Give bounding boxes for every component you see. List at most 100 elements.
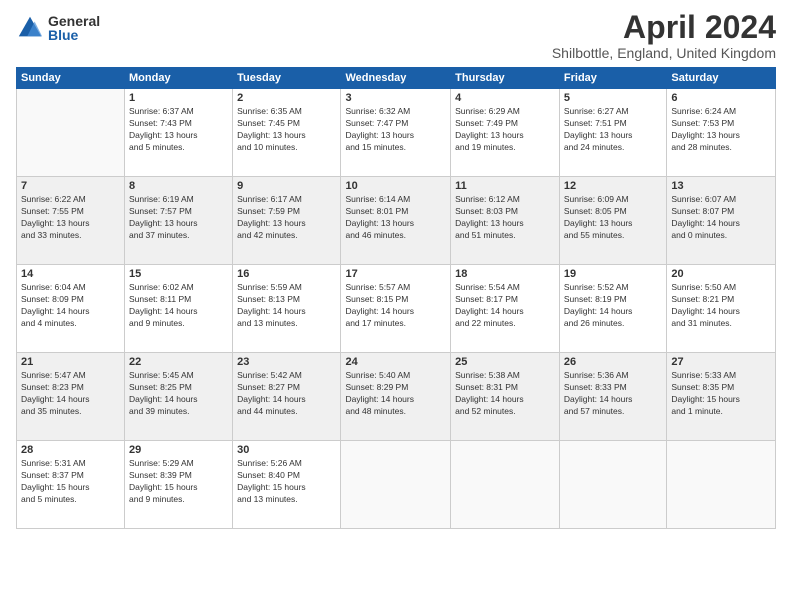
day-info: Sunrise: 5:59 AMSunset: 8:13 PMDaylight:… (237, 282, 336, 330)
calendar-cell: 20 Sunrise: 5:50 AMSunset: 8:21 PMDayligh… (667, 265, 776, 353)
day-info: Sunrise: 5:45 AMSunset: 8:25 PMDaylight:… (129, 370, 228, 418)
calendar-week-row: 14 Sunrise: 6:04 AMSunset: 8:09 PMDayligh… (17, 265, 776, 353)
day-info: Sunrise: 5:29 AMSunset: 8:39 PMDaylight:… (129, 458, 228, 506)
calendar-cell: 17Sunrise: 5:57 AMSunset: 8:15 PMDayligh… (341, 265, 451, 353)
day-number: 22 (129, 356, 228, 368)
day-info: Sunrise: 6:12 AMSunset: 8:03 PMDaylight:… (455, 194, 555, 242)
calendar-table: Sunday Monday Tuesday Wednesday Thursday… (16, 67, 776, 529)
day-number: 8 (129, 180, 228, 192)
day-info: Sunrise: 6:09 AMSunset: 8:05 PMDaylight:… (564, 194, 662, 242)
day-info: Sunrise: 5:26 AMSunset: 8:40 PMDaylight:… (237, 458, 336, 506)
day-info: Sunrise: 5:50 AMSunset: 8:21 PMDaylight:… (671, 282, 771, 330)
calendar-header: Sunday Monday Tuesday Wednesday Thursday… (17, 68, 776, 89)
day-number: 30 (237, 444, 336, 456)
calendar-cell: 27Sunrise: 5:33 AMSunset: 8:35 PMDayligh… (667, 353, 776, 441)
day-number: 23 (237, 356, 336, 368)
calendar-cell: 16 Sunrise: 5:59 AMSunset: 8:13 PMDayligh… (233, 265, 341, 353)
day-info: Sunrise: 6:17 AMSunset: 7:59 PMDaylight:… (237, 194, 336, 242)
day-info: Sunrise: 6:37 AMSunset: 7:43 PMDaylight:… (129, 106, 228, 154)
calendar-cell: 13Sunrise: 6:07 AMSunset: 8:07 PMDayligh… (667, 177, 776, 265)
title-section: April 2024 Shilbottle, England, United K… (552, 10, 776, 61)
day-number: 24 (345, 356, 446, 368)
day-info: Sunrise: 6:29 AMSunset: 7:49 PMDaylight:… (455, 106, 555, 154)
calendar-cell: 5Sunrise: 6:27 AMSunset: 7:51 PMDaylight… (559, 89, 666, 177)
calendar-cell: 1 Sunrise: 6:37 AMSunset: 7:43 PMDaylight… (125, 89, 233, 177)
calendar-week-row: 7 Sunrise: 6:22 AMSunset: 7:55 PMDaylight… (17, 177, 776, 265)
day-number: 26 (564, 356, 662, 368)
header-saturday: Saturday (667, 68, 776, 89)
subtitle: Shilbottle, England, United Kingdom (552, 45, 776, 61)
calendar-cell (559, 441, 666, 529)
calendar-cell: 29Sunrise: 5:29 AMSunset: 8:39 PMDayligh… (125, 441, 233, 529)
day-info: Sunrise: 6:24 AMSunset: 7:53 PMDaylight:… (671, 106, 771, 154)
calendar-week-row: 1 Sunrise: 6:37 AMSunset: 7:43 PMDaylight… (17, 89, 776, 177)
weekday-header-row: Sunday Monday Tuesday Wednesday Thursday… (17, 68, 776, 89)
calendar-cell: 25 Sunrise: 5:38 AMSunset: 8:31 PMDayligh… (451, 353, 560, 441)
calendar-cell: 22 Sunrise: 5:45 AMSunset: 8:25 PMDayligh… (125, 353, 233, 441)
day-number: 1 (129, 92, 228, 104)
day-number: 9 (237, 180, 336, 192)
logo-general-text: General (48, 14, 100, 28)
day-info: Sunrise: 6:35 AMSunset: 7:45 PMDaylight:… (237, 106, 336, 154)
day-number: 2 (237, 92, 336, 104)
day-info: Sunrise: 6:19 AMSunset: 7:57 PMDaylight:… (129, 194, 228, 242)
day-info: Sunrise: 5:57 AMSunset: 8:15 PMDaylight:… (345, 282, 446, 330)
calendar-cell: 15Sunrise: 6:02 AMSunset: 8:11 PMDayligh… (125, 265, 233, 353)
day-info: Sunrise: 5:36 AMSunset: 8:33 PMDaylight:… (564, 370, 662, 418)
day-number: 7 (21, 180, 120, 192)
calendar-week-row: 21 Sunrise: 5:47 AMSunset: 8:23 PMDayligh… (17, 353, 776, 441)
day-number: 10 (345, 180, 446, 192)
day-number: 14 (21, 268, 120, 280)
calendar-cell: 6 Sunrise: 6:24 AMSunset: 7:53 PMDaylight… (667, 89, 776, 177)
day-info: Sunrise: 5:52 AMSunset: 8:19 PMDaylight:… (564, 282, 662, 330)
calendar-cell: 26 Sunrise: 5:36 AMSunset: 8:33 PMDayligh… (559, 353, 666, 441)
calendar-cell: 19 Sunrise: 5:52 AMSunset: 8:19 PMDayligh… (559, 265, 666, 353)
day-info: Sunrise: 5:47 AMSunset: 8:23 PMDaylight:… (21, 370, 120, 418)
main-title: April 2024 (552, 10, 776, 45)
day-info: Sunrise: 5:40 AMSunset: 8:29 PMDaylight:… (345, 370, 446, 418)
header-sunday: Sunday (17, 68, 125, 89)
day-info: Sunrise: 6:22 AMSunset: 7:55 PMDaylight:… (21, 194, 120, 242)
page: General Blue April 2024 Shilbottle, Engl… (0, 0, 792, 612)
calendar-cell: 21 Sunrise: 5:47 AMSunset: 8:23 PMDayligh… (17, 353, 125, 441)
day-number: 5 (564, 92, 662, 104)
day-info: Sunrise: 6:32 AMSunset: 7:47 PMDaylight:… (345, 106, 446, 154)
calendar-week-row: 28Sunrise: 5:31 AMSunset: 8:37 PMDayligh… (17, 441, 776, 529)
day-info: Sunrise: 6:14 AMSunset: 8:01 PMDaylight:… (345, 194, 446, 242)
header-tuesday: Tuesday (233, 68, 341, 89)
header-monday: Monday (125, 68, 233, 89)
calendar-cell: 30 Sunrise: 5:26 AMSunset: 8:40 PMDayligh… (233, 441, 341, 529)
calendar-cell: 8 Sunrise: 6:19 AMSunset: 7:57 PMDaylight… (125, 177, 233, 265)
calendar-cell (341, 441, 451, 529)
calendar-cell: 7 Sunrise: 6:22 AMSunset: 7:55 PMDaylight… (17, 177, 125, 265)
day-number: 11 (455, 180, 555, 192)
logo-blue-text: Blue (48, 28, 100, 42)
day-number: 6 (671, 92, 771, 104)
day-info: Sunrise: 5:31 AMSunset: 8:37 PMDaylight:… (21, 458, 120, 506)
calendar-cell: 11 Sunrise: 6:12 AMSunset: 8:03 PMDayligh… (451, 177, 560, 265)
day-number: 3 (345, 92, 446, 104)
calendar-cell: 23 Sunrise: 5:42 AMSunset: 8:27 PMDayligh… (233, 353, 341, 441)
calendar-cell: 18Sunrise: 5:54 AMSunset: 8:17 PMDayligh… (451, 265, 560, 353)
logo-text: General Blue (48, 14, 100, 42)
calendar-cell: 14 Sunrise: 6:04 AMSunset: 8:09 PMDayligh… (17, 265, 125, 353)
day-info: Sunrise: 6:04 AMSunset: 8:09 PMDaylight:… (21, 282, 120, 330)
header-thursday: Thursday (451, 68, 560, 89)
logo-icon (16, 14, 44, 42)
day-number: 25 (455, 356, 555, 368)
calendar-cell (667, 441, 776, 529)
day-info: Sunrise: 5:54 AMSunset: 8:17 PMDaylight:… (455, 282, 555, 330)
day-number: 21 (21, 356, 120, 368)
day-number: 13 (671, 180, 771, 192)
day-number: 19 (564, 268, 662, 280)
calendar-cell: 10 Sunrise: 6:14 AMSunset: 8:01 PMDayligh… (341, 177, 451, 265)
day-info: Sunrise: 5:33 AMSunset: 8:35 PMDaylight:… (671, 370, 771, 418)
day-info: Sunrise: 5:42 AMSunset: 8:27 PMDaylight:… (237, 370, 336, 418)
day-info: Sunrise: 5:38 AMSunset: 8:31 PMDaylight:… (455, 370, 555, 418)
calendar-cell: 9 Sunrise: 6:17 AMSunset: 7:59 PMDaylight… (233, 177, 341, 265)
day-number: 12 (564, 180, 662, 192)
day-number: 20 (671, 268, 771, 280)
calendar-cell: 12 Sunrise: 6:09 AMSunset: 8:05 PMDayligh… (559, 177, 666, 265)
header-friday: Friday (559, 68, 666, 89)
day-number: 16 (237, 268, 336, 280)
